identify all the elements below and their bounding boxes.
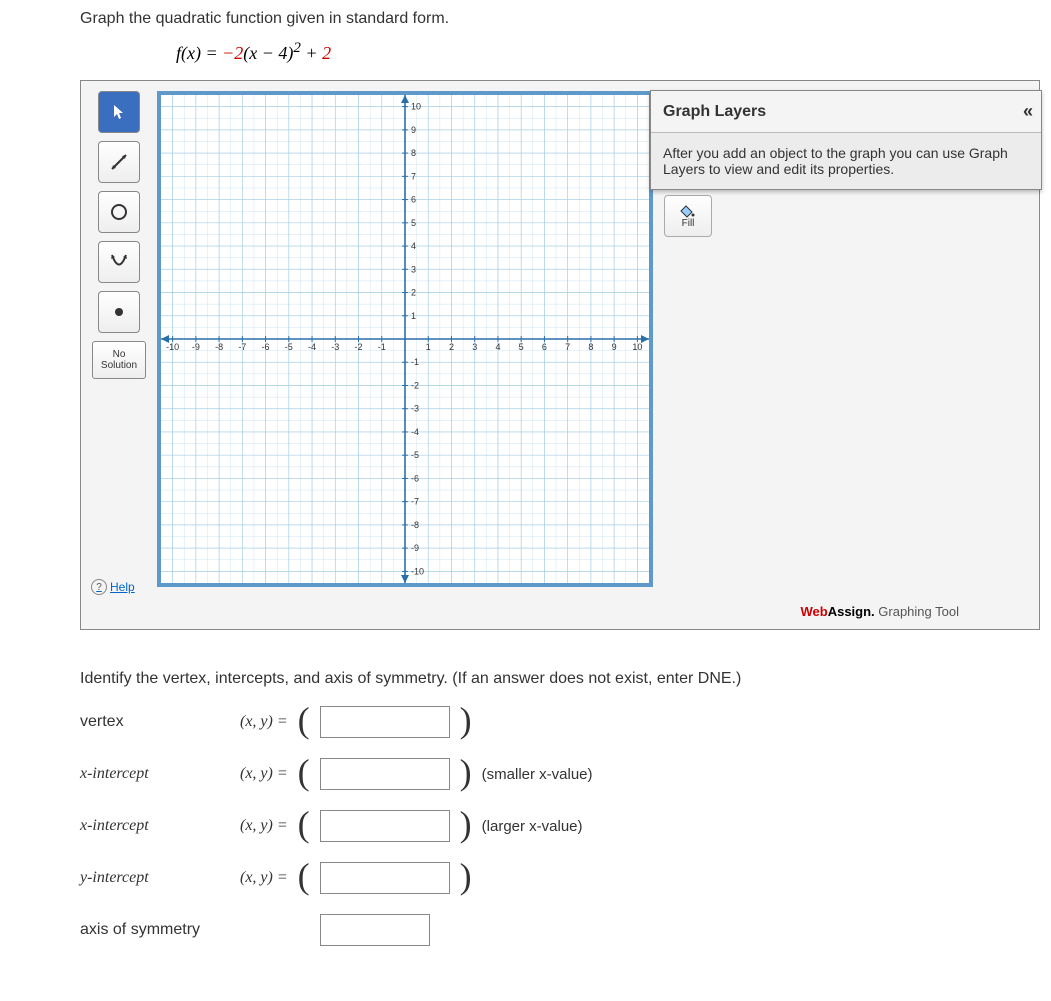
instructions: Identify the vertex, intercepts, and axi…	[80, 670, 1040, 688]
svg-text:4: 4	[411, 241, 416, 251]
svg-text:3: 3	[411, 264, 416, 274]
xy-label: (x, y) =	[240, 817, 288, 835]
svg-text:1: 1	[411, 311, 416, 321]
no-solution-button[interactable]: No Solution	[92, 341, 146, 379]
point-tool[interactable]	[98, 291, 140, 333]
eq-plus: +	[301, 43, 322, 63]
layers-body: After you add an object to the graph you…	[651, 133, 1041, 189]
vertex-label: vertex	[80, 713, 230, 731]
graph-canvas[interactable]: -10 -9 -8 -7 -6 -5 -4 -3 -2 -1 1 2 3 4 5 6 7 8 9 10 -10 -9 -8 -…	[157, 91, 653, 587]
fill-label: Fill	[682, 218, 695, 229]
axis-input[interactable]	[320, 914, 430, 946]
svg-text:5: 5	[519, 342, 524, 352]
svg-text:8: 8	[588, 342, 593, 352]
axis-row: axis of symmetry	[80, 914, 1040, 946]
yint-row: y-intercept (x, y) = ( )	[80, 862, 1040, 894]
svg-text:-1: -1	[411, 357, 419, 367]
brand-tool: Graphing Tool	[875, 604, 959, 619]
toolbar: No Solution	[91, 91, 147, 619]
xint-larger-input[interactable]	[320, 810, 450, 842]
svg-text:-8: -8	[411, 520, 419, 530]
help-icon: ?	[91, 579, 107, 595]
svg-text:3: 3	[472, 342, 477, 352]
collapse-icon[interactable]: «	[1023, 101, 1029, 122]
xy-label: (x, y) =	[240, 765, 288, 783]
svg-text:9: 9	[612, 342, 617, 352]
eq-coef: −2	[222, 43, 243, 63]
svg-text:9: 9	[411, 125, 416, 135]
question-prompt: Graph the quadratic function given in st…	[80, 10, 1040, 28]
svg-text:-4: -4	[308, 342, 316, 352]
svg-text:-1: -1	[378, 342, 386, 352]
layers-title: Graph Layers	[663, 103, 766, 121]
svg-text:-9: -9	[192, 342, 200, 352]
xint2-row: x-intercept (x, y) = ( ) (larger x-value…	[80, 810, 1040, 842]
svg-text:-5: -5	[411, 450, 419, 460]
eq-prefix: f(x) =	[176, 43, 222, 63]
svg-text:-7: -7	[411, 497, 419, 507]
svg-text:-6: -6	[411, 473, 419, 483]
help-link[interactable]: ? Help	[91, 579, 135, 595]
svg-text:1: 1	[426, 342, 431, 352]
svg-text:-10: -10	[166, 342, 179, 352]
yint-input[interactable]	[320, 862, 450, 894]
xy-label: (x, y) =	[240, 869, 288, 887]
svg-text:10: 10	[411, 102, 421, 112]
svg-text:-3: -3	[331, 342, 339, 352]
svg-text:8: 8	[411, 148, 416, 158]
svg-text:-9: -9	[411, 543, 419, 553]
fill-button[interactable]: Fill	[664, 195, 712, 237]
pointer-tool[interactable]	[98, 91, 140, 133]
svg-text:6: 6	[542, 342, 547, 352]
branding: WebAssign. Graphing Tool	[800, 604, 959, 619]
axis-label: axis of symmetry	[80, 921, 230, 939]
svg-text:-5: -5	[285, 342, 293, 352]
line-tool[interactable]	[98, 141, 140, 183]
svg-text:4: 4	[495, 342, 500, 352]
eq-exp: 2	[293, 40, 301, 56]
svg-text:-4: -4	[411, 427, 419, 437]
parabola-tool[interactable]	[98, 241, 140, 283]
svg-text:7: 7	[565, 342, 570, 352]
svg-text:-3: -3	[411, 404, 419, 414]
svg-text:-7: -7	[238, 342, 246, 352]
svg-text:-8: -8	[215, 342, 223, 352]
circle-tool[interactable]	[98, 191, 140, 233]
xint1-label: x-intercept	[80, 765, 230, 783]
svg-text:6: 6	[411, 195, 416, 205]
xint-smaller-input[interactable]	[320, 758, 450, 790]
vertex-input[interactable]	[320, 706, 450, 738]
svg-text:-10: -10	[411, 566, 424, 576]
eq-paren: (x − 4)	[243, 43, 293, 63]
brand-web: Web	[800, 604, 827, 619]
xint2-label: x-intercept	[80, 817, 230, 835]
xy-label: (x, y) =	[240, 713, 288, 731]
svg-text:10: 10	[632, 342, 642, 352]
graph-layers-panel: Graph Layers « After you add an object t…	[650, 90, 1042, 190]
svg-text:2: 2	[449, 342, 454, 352]
svg-text:2: 2	[411, 288, 416, 298]
brand-assign: Assign.	[828, 604, 875, 619]
svg-text:7: 7	[411, 171, 416, 181]
yint-label: y-intercept	[80, 869, 230, 887]
svg-text:-2: -2	[411, 380, 419, 390]
svg-text:-6: -6	[262, 342, 270, 352]
svg-text:-2: -2	[355, 342, 363, 352]
equation: f(x) = −2(x − 4)2 + 2	[176, 40, 1040, 64]
larger-note: (larger x-value)	[482, 818, 583, 835]
eq-const: 2	[322, 43, 331, 63]
xint1-row: x-intercept (x, y) = ( ) (smaller x-valu…	[80, 758, 1040, 790]
help-label: Help	[110, 580, 135, 594]
vertex-row: vertex (x, y) = ( )	[80, 706, 1040, 738]
smaller-note: (smaller x-value)	[482, 766, 593, 783]
svg-text:5: 5	[411, 218, 416, 228]
